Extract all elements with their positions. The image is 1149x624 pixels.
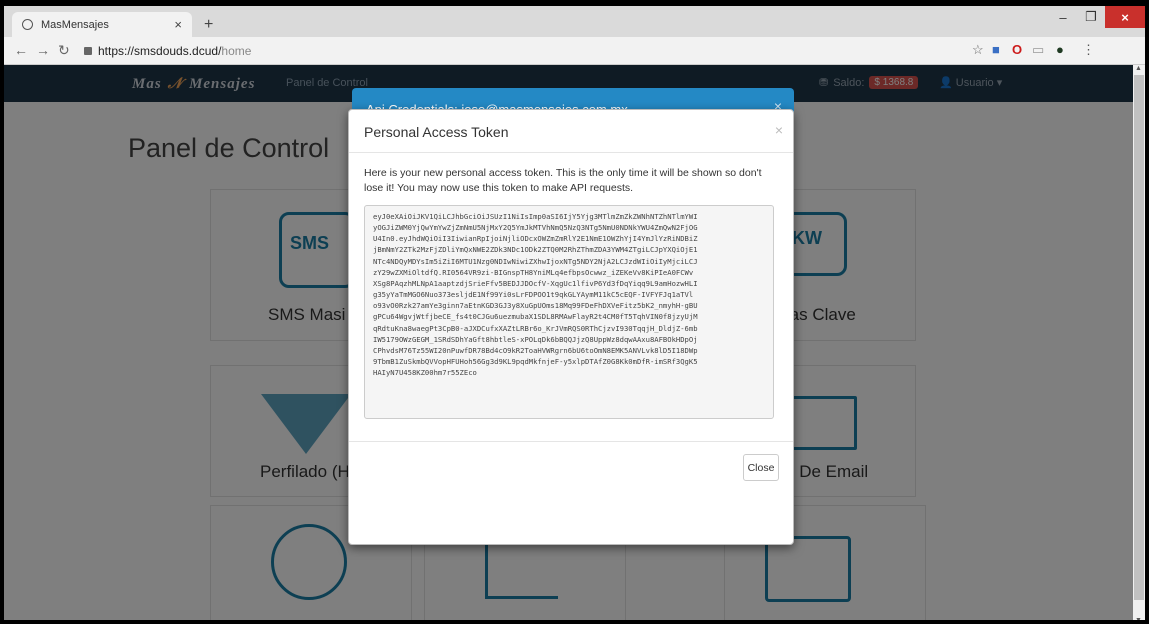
- modal-header: Personal Access Token ×: [349, 110, 793, 153]
- modal-close-icon[interactable]: ×: [775, 122, 783, 138]
- scroll-down-icon[interactable]: ▼: [1135, 617, 1142, 624]
- url-path: home: [221, 43, 252, 58]
- token-line: eyJ0eXAiOiJKV1QiLCJhbGciOiJSUzI1NiIsImp0…: [373, 212, 698, 221]
- token-line: jBmNmY2ZTk2MzFjZDliYmQxNWE2ZDk3NDc1ODk2Z…: [373, 245, 698, 255]
- profile-icon[interactable]: ●: [1056, 42, 1064, 57]
- modal-title: Personal Access Token: [364, 124, 509, 140]
- scroll-up-icon[interactable]: ▲: [1135, 65, 1142, 72]
- reload-icon[interactable]: ↻: [58, 42, 70, 59]
- token-line: XSg8PAqzhMLNpA1aaptzdjSrieFfv5BEDJJDOcfV…: [373, 278, 698, 288]
- tab-strip: MasMensajes × + – ❐ ×: [4, 6, 1145, 37]
- modal-message: Here is your new personal access token. …: [364, 167, 762, 194]
- token-line: yOGJiZWM0YjQwYmYwZjZmNmU5NjMxY2Q5YmJkMTV…: [373, 223, 698, 233]
- url-host: https://smsdouds.dcud/: [98, 43, 222, 58]
- token-line: gPCu64WgvjWtfjbeCE_fs4t0CJGu6uezmubaX1SD…: [373, 312, 698, 322]
- minimize-button[interactable]: –: [1049, 6, 1077, 28]
- token-line: o93vO0Rzk27amYe3ginn7aEtnKGD3GJ3y8XuGpUO…: [373, 301, 698, 311]
- browser-tab[interactable]: MasMensajes ×: [12, 12, 192, 37]
- token-line: NTc4NDQyMDYsIm5iZiI6MTU1Nzg0NDIwNiwiZXhw…: [373, 256, 698, 266]
- tab-title: MasMensajes: [41, 18, 109, 31]
- personal-access-token-modal: Personal Access Token × Here is your new…: [348, 109, 794, 545]
- tab-close-icon[interactable]: ×: [174, 17, 182, 32]
- address-bar[interactable]: https://smsdouds.dcud/home: [84, 40, 984, 61]
- page-scrollbar[interactable]: ▲ ▼: [1133, 65, 1145, 624]
- extension-icon[interactable]: ■: [992, 42, 1000, 57]
- token-textbox[interactable]: eyJ0eXAiOiJKV1QiLCJhbGciOiJSUzI1NiIsImp0…: [364, 205, 774, 419]
- token-line: g35yYaTmMGO6Nuo373esljdE1Nf99Yi0sLrFDPOO…: [373, 290, 694, 300]
- scrollbar-thumb[interactable]: [1134, 75, 1144, 600]
- window-close-button[interactable]: ×: [1105, 6, 1145, 28]
- token-line: CPhvdsM76Tz55WI20nPuwfDR78Bd4cO9kR2ToaHV…: [373, 345, 698, 355]
- close-button[interactable]: Close: [743, 454, 779, 481]
- token-line: qRdtuKna8waegPt3CpB0-aJXDCufxXAZtLRBr6o_…: [373, 323, 698, 333]
- star-icon[interactable]: ☆: [972, 42, 984, 58]
- token-line: HAIyN7U458KZ00hm7r55ZEco: [373, 368, 477, 378]
- opera-icon[interactable]: O: [1012, 42, 1022, 57]
- page: Mas𝒩Mensajes Panel de Control ⛃ Saldo: $…: [4, 65, 1133, 624]
- new-tab-button[interactable]: +: [204, 16, 213, 34]
- maximize-button[interactable]: ❐: [1077, 6, 1105, 28]
- menu-icon[interactable]: ⋮: [1082, 42, 1095, 58]
- token-line: U4In0.eyJhdWQiOiI3IiwianRpIjoiNjliODcxOW…: [373, 234, 698, 244]
- forward-arrow-icon[interactable]: →: [36, 42, 50, 58]
- token-line: 9TbmB1ZuSkmbQVVopHFUHoh56Gg3d9KL9pqdMkfn…: [373, 357, 698, 367]
- back-arrow-icon[interactable]: ←: [14, 42, 28, 58]
- token-line: zY29wZXMiOltdfQ.RI0564VR9zi-BIGnspTH8Yni…: [373, 267, 694, 277]
- modal-footer: Close: [349, 441, 793, 544]
- browser-toolbar: ← → ↻ https://smsdouds.dcud/home ☆ ■ O ▭…: [4, 37, 1145, 65]
- favicon-icon: [22, 19, 33, 30]
- window-controls: – ❐ ×: [1049, 6, 1145, 28]
- token-line: IW5179OWzGEGM_1SRdSDhYaGft8hbtleS-xPOLqD…: [373, 334, 698, 344]
- lock-icon: [84, 46, 92, 55]
- document-icon[interactable]: ▭: [1032, 42, 1044, 58]
